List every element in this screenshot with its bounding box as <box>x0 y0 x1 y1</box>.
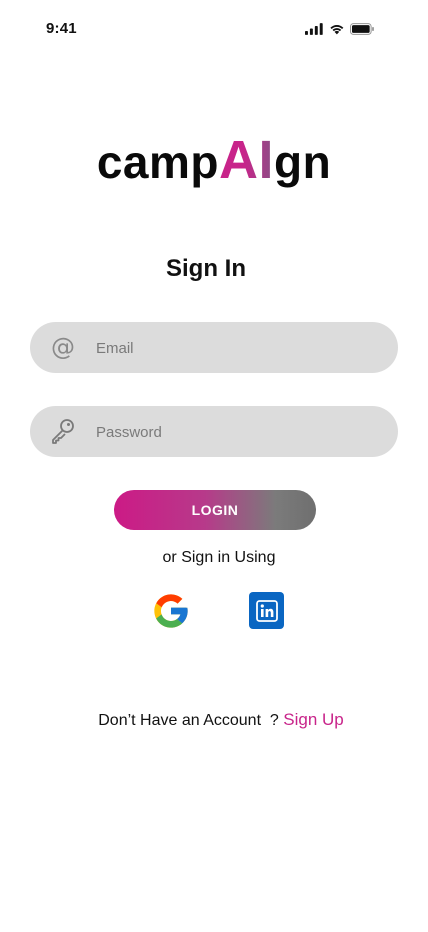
password-field[interactable] <box>30 406 398 459</box>
logo-highlight: AI <box>218 130 274 190</box>
linkedin-signin-button[interactable] <box>249 592 284 629</box>
password-input[interactable] <box>94 406 388 459</box>
status-icons <box>305 21 375 37</box>
login-button[interactable]: LOGIN <box>114 490 316 530</box>
google-signin-button[interactable] <box>150 591 192 631</box>
page-title: Sign In <box>166 255 246 282</box>
alt-signin-label: or Sign in Using <box>162 549 276 566</box>
email-field[interactable]: @ <box>30 322 398 375</box>
google-icon <box>154 594 188 628</box>
signup-row: Don’t Have an Account ? Sign Up <box>0 710 428 730</box>
app-logo: campAIgn <box>0 130 428 192</box>
signup-prompt: Don’t Have an Account ? <box>98 712 284 729</box>
key-icon <box>50 418 76 444</box>
status-time: 9:41 <box>46 20 77 37</box>
signal-icon <box>305 23 323 35</box>
logo-suffix: gn <box>273 136 332 188</box>
battery-icon <box>350 23 375 35</box>
svg-text:@: @ <box>51 334 75 360</box>
logo-prefix: camp <box>96 136 219 188</box>
linkedin-icon <box>255 599 278 622</box>
signup-link[interactable]: Sign Up <box>283 710 343 729</box>
email-input[interactable] <box>94 322 388 375</box>
at-icon: @ <box>50 334 76 360</box>
wifi-icon <box>330 25 344 35</box>
